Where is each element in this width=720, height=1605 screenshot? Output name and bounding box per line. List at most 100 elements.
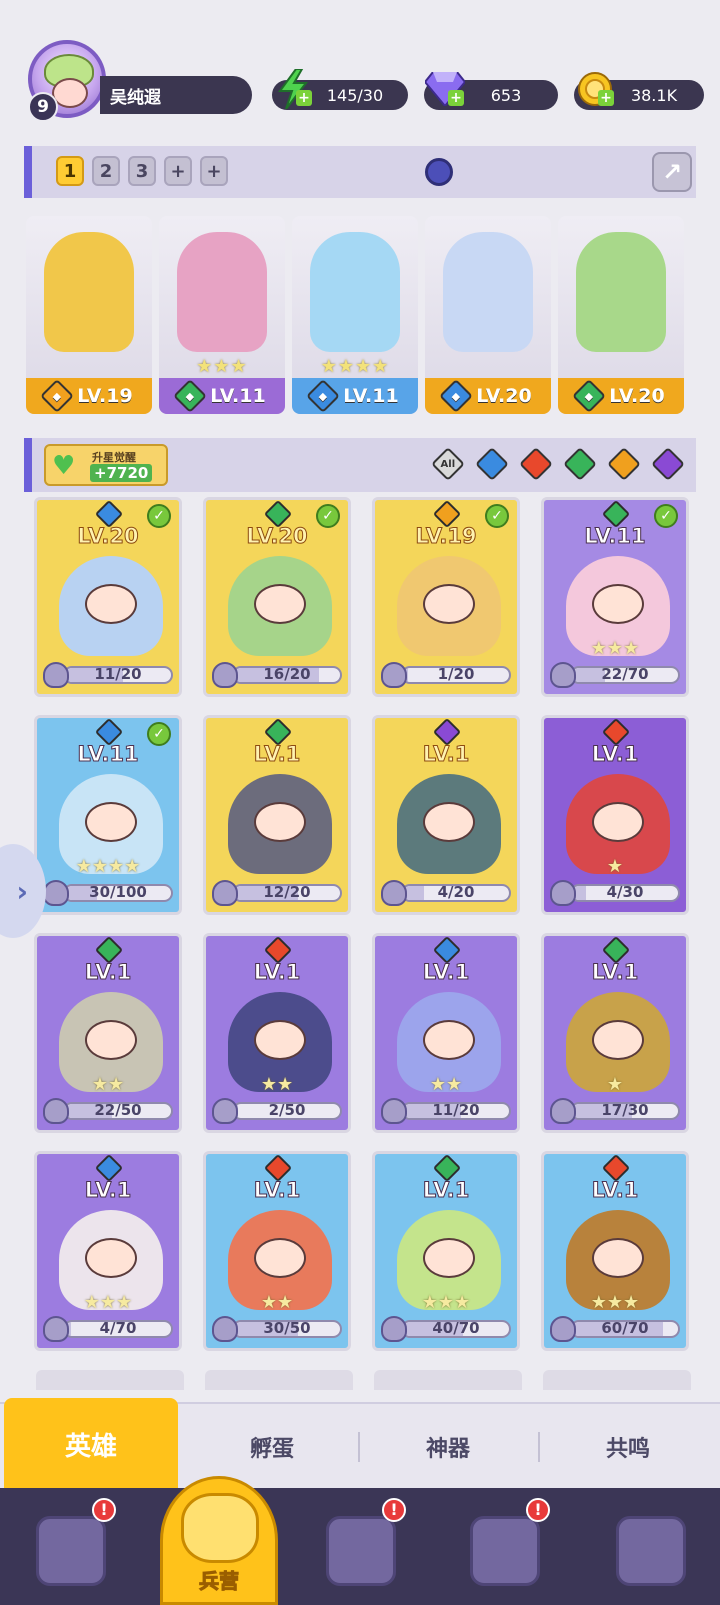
hero-stars: ★★★: [590, 1292, 640, 1313]
tab-resonance[interactable]: 共鸣: [542, 1404, 714, 1490]
team-slot[interactable]: ★★★ ◆ LV.11: [159, 216, 285, 414]
hero-card[interactable]: LV.20 11/20 ✓: [34, 497, 182, 697]
filter-water[interactable]: [475, 447, 509, 481]
team-slot[interactable]: ◆ LV.19: [26, 216, 152, 414]
player-name[interactable]: 吴纯遐: [100, 76, 252, 114]
shard-count: 4/20: [437, 883, 475, 901]
hero-level: LV.1: [591, 742, 639, 767]
hero-portrait: [576, 232, 666, 352]
gem-add-icon[interactable]: +: [448, 90, 464, 106]
check-icon: ✓: [654, 504, 678, 528]
water-element-icon: ◆: [306, 379, 341, 413]
hero-stars: ★★★: [196, 356, 248, 377]
team-level-strip: ◆ LV.20: [558, 378, 684, 414]
tab-artifacts[interactable]: 神器: [362, 1404, 534, 1490]
team-tab-3[interactable]: 3: [128, 156, 156, 186]
energy-add-icon[interactable]: +: [296, 90, 312, 106]
shard-count: 16/20: [263, 665, 311, 683]
star-awaken-button[interactable]: ♥ 升星觉醒 +7720: [44, 444, 168, 486]
hero-level: LV.11: [343, 385, 399, 407]
heart-icon: ♥: [52, 451, 76, 481]
hero-card[interactable]: LV.20 16/20 ✓: [203, 497, 351, 697]
hero-level: LV.1: [422, 960, 470, 985]
gem-icon[interactable]: +: [424, 68, 466, 110]
zoom-icon[interactable]: [425, 158, 453, 186]
shard-progress: 22/70: [550, 662, 680, 688]
check-icon: ✓: [147, 504, 171, 528]
hero-stars: ★: [606, 856, 624, 877]
gold-coin-icon[interactable]: +: [574, 68, 616, 110]
nav-shop[interactable]: !: [460, 1498, 550, 1596]
team-tab-add-1[interactable]: +: [164, 156, 192, 186]
tab-heroes[interactable]: 英雄: [4, 1398, 178, 1490]
cards-icon: [36, 1516, 106, 1586]
hero-card[interactable]: LV.1 ★★★ 4/70: [34, 1151, 182, 1351]
filter-all[interactable]: All: [431, 447, 465, 481]
hero-level: LV.20: [609, 385, 665, 407]
nav-map[interactable]: !: [316, 1498, 406, 1596]
hero-portrait: [397, 556, 501, 656]
hero-card[interactable]: LV.1 ★★ 22/50: [34, 933, 182, 1133]
shard-progress: 17/30: [550, 1098, 680, 1124]
shard-count: 30/50: [263, 1319, 311, 1337]
team-level-strip: ◆ LV.11: [292, 378, 418, 414]
hero-portrait: [44, 232, 134, 352]
hero-card[interactable]: LV.1 4/20: [372, 715, 520, 915]
section-tabs: 英雄 孵蛋 神器 共鸣: [0, 1398, 720, 1490]
nature-element-icon: ◆: [173, 379, 208, 413]
bottom-nav: ! ! !: [0, 1488, 720, 1605]
hero-card[interactable]: LV.1 ★★★ 60/70: [541, 1151, 689, 1351]
shard-count: 40/70: [432, 1319, 480, 1337]
hero-card[interactable]: LV.1 ★★ 2/50: [203, 933, 351, 1133]
check-icon: ✓: [147, 722, 171, 746]
hero-stars: ★★★: [83, 1292, 133, 1313]
shard-count: 11/20: [94, 665, 142, 683]
hero-card[interactable]: LV.1 ★★ 30/50: [203, 1151, 351, 1351]
hero-card[interactable]: LV.1 12/20: [203, 715, 351, 915]
nav-barracks[interactable]: 兵营: [160, 1476, 278, 1605]
share-icon[interactable]: ↗: [652, 152, 692, 192]
shard-progress: 4/70: [43, 1316, 173, 1342]
hero-portrait: [228, 556, 332, 656]
hero-level: LV.20: [476, 385, 532, 407]
nav-cards[interactable]: !: [26, 1498, 116, 1596]
team-slot[interactable]: ◆ LV.20: [558, 216, 684, 414]
team-slot[interactable]: ★★★★ ◆ LV.11: [292, 216, 418, 414]
shard-count: 60/70: [601, 1319, 649, 1337]
player-avatar[interactable]: 9: [28, 40, 106, 122]
hero-card[interactable]: LV.1 ★ 17/30: [541, 933, 689, 1133]
hero-card[interactable]: LV.1 ★★★ 40/70: [372, 1151, 520, 1351]
team-slot[interactable]: ◆ LV.20: [425, 216, 551, 414]
hero-level: LV.11: [210, 385, 266, 407]
hero-card[interactable]: LV.1 ★ 4/30: [541, 715, 689, 915]
hero-card[interactable]: LV.19 1/20 ✓: [372, 497, 520, 697]
tab-divider: [358, 1432, 360, 1462]
filter-light[interactable]: [607, 447, 641, 481]
light-element-icon: ◆: [40, 379, 75, 413]
shard-progress: 60/70: [550, 1316, 680, 1342]
gold-add-icon[interactable]: +: [598, 90, 614, 106]
all-filter-icon: All: [431, 447, 465, 481]
shard-progress: 30/50: [212, 1316, 342, 1342]
hero-portrait: [177, 232, 267, 352]
shard-count: 2/50: [268, 1101, 306, 1119]
nav-guild[interactable]: [606, 1506, 696, 1596]
shard-count: 30/100: [89, 883, 147, 901]
hero-level: LV.1: [84, 1178, 132, 1203]
filter-nature[interactable]: [563, 447, 597, 481]
energy-icon[interactable]: +: [272, 68, 314, 110]
team-tab-1[interactable]: 1: [56, 156, 84, 186]
hero-card[interactable]: LV.1 ★★ 11/20: [372, 933, 520, 1133]
team-tab-2[interactable]: 2: [92, 156, 120, 186]
filter-dark[interactable]: [651, 447, 685, 481]
alert-icon: !: [526, 1498, 550, 1522]
hero-card[interactable]: LV.11 ★★★★ 30/100 ✓: [34, 715, 182, 915]
team-selector-bar: 1 2 3 + + ↗: [24, 146, 696, 198]
hero-portrait: [397, 774, 501, 874]
hero-card-partial: [205, 1370, 353, 1390]
team-tab-add-2[interactable]: +: [200, 156, 228, 186]
hero-level: LV.1: [422, 742, 470, 767]
filter-fire[interactable]: [519, 447, 553, 481]
hero-card[interactable]: LV.11 ★★★ 22/70 ✓: [541, 497, 689, 697]
shard-progress: 4/20: [381, 880, 511, 906]
